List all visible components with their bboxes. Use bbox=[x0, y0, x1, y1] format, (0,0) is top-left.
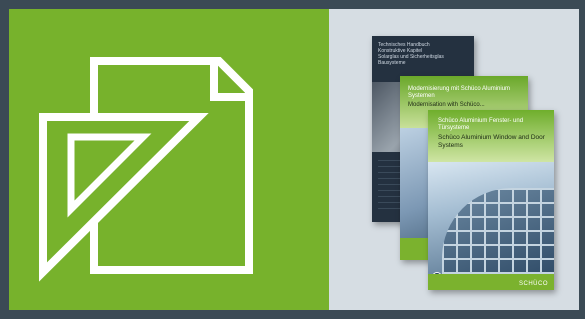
brochure-title-en: Modernisation with Schüco... bbox=[408, 102, 485, 108]
brochure-title-de: Modernisierung mit Schüco Aluminium Syst… bbox=[408, 86, 511, 99]
technical-drawing-tile[interactable] bbox=[9, 9, 329, 310]
technical-drawing-icon bbox=[39, 57, 253, 282]
brochure-title: Technisches Handbuch Konstruktive Kapite… bbox=[378, 42, 444, 66]
brochure-title-de: Schüco Aluminium Fenster- und Türsysteme bbox=[438, 118, 524, 131]
brochure-window-door-systems[interactable]: Schüco Aluminium Fenster- und Türsysteme… bbox=[428, 110, 554, 290]
schueco-logo: SCHÜCO bbox=[518, 281, 548, 287]
brochure-footer: SCHÜCO bbox=[428, 274, 554, 290]
brochure-title-en: Schüco Aluminium Window and Door Systems bbox=[438, 134, 545, 149]
